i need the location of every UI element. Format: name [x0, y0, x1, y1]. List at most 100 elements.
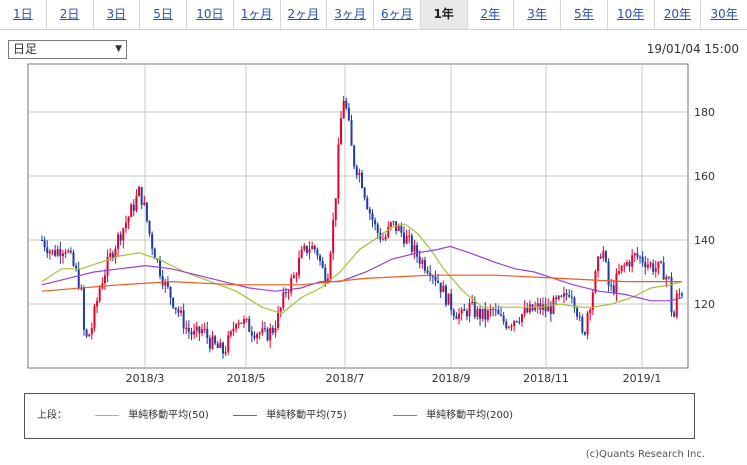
candle-body — [235, 324, 238, 329]
legend-swatch-ma50 — [95, 414, 119, 416]
candle-body — [201, 329, 203, 334]
candle-body — [284, 292, 287, 294]
legend-item-ma50: 単純移動平均(50) — [95, 406, 209, 421]
candle-body — [185, 327, 188, 329]
candle-body — [46, 247, 49, 254]
candle-body — [190, 331, 193, 335]
y-tick-label: 140 — [694, 234, 715, 247]
candle-body — [444, 285, 447, 305]
candle-body — [127, 216, 130, 223]
candle-body — [130, 204, 133, 217]
candle-body — [481, 308, 484, 319]
candle-body — [662, 262, 665, 280]
candle-body — [143, 202, 146, 205]
candle-body — [526, 307, 529, 313]
candle-body — [263, 328, 266, 330]
legend-swatch-ma75 — [233, 414, 257, 416]
candle-body — [667, 276, 670, 278]
candle-body — [329, 253, 332, 279]
candle-body — [549, 306, 552, 314]
candle-body — [56, 249, 59, 256]
candle-body — [583, 332, 586, 335]
candle-body — [636, 253, 639, 257]
candle-body — [342, 100, 345, 119]
candle-body — [43, 240, 46, 248]
candle-body — [135, 196, 138, 211]
copyright: (c)Quants Research Inc. — [585, 449, 705, 460]
candle-body — [625, 262, 628, 266]
x-tick-label: 2018/3 — [126, 372, 165, 385]
candle-body — [82, 288, 85, 330]
candle-body — [568, 295, 571, 297]
candle-body — [673, 312, 676, 317]
candle-body — [109, 253, 112, 257]
candle-body — [216, 343, 219, 348]
candle-body — [544, 304, 547, 312]
candle-body — [389, 222, 392, 227]
legend-text-ma200: 単純移動平均(200) — [426, 410, 514, 421]
candle-body — [633, 253, 636, 256]
candle-body — [350, 120, 353, 146]
candle-body — [586, 313, 589, 335]
candle-body — [607, 261, 610, 286]
candle-body — [232, 328, 235, 332]
candle-body — [654, 268, 657, 272]
candle-body — [340, 118, 343, 145]
candle-body — [258, 332, 261, 335]
legend-text-ma50: 単純移動平均(50) — [128, 410, 209, 421]
candle-body — [376, 224, 379, 233]
candle-body — [463, 309, 466, 312]
candle-body — [426, 270, 429, 273]
candle-body — [402, 232, 405, 244]
candle-body — [298, 257, 301, 276]
candle-body — [195, 326, 198, 331]
candle-body — [347, 107, 350, 121]
candle-body — [581, 317, 584, 333]
candle-body — [187, 327, 190, 332]
candle-body — [214, 336, 217, 344]
candle-body — [59, 249, 62, 257]
candle-body — [489, 309, 492, 311]
candle-body — [292, 275, 295, 279]
candle-body — [597, 256, 600, 272]
candle-body — [497, 310, 500, 315]
candle-body — [465, 311, 468, 317]
candle-body — [361, 172, 363, 188]
candle-body — [253, 335, 256, 339]
candle-body — [523, 307, 526, 315]
candle-body — [67, 250, 70, 253]
candle-body — [64, 252, 67, 254]
candle-body — [353, 145, 356, 167]
candle-body — [555, 297, 558, 299]
candle-body — [513, 321, 516, 326]
candle-body — [103, 275, 106, 284]
candle-body — [229, 331, 232, 336]
candle-body — [96, 300, 99, 307]
candle-body — [311, 245, 314, 250]
candle-body — [72, 252, 75, 266]
x-tick-label: 2018/11 — [523, 372, 569, 385]
candle-body — [578, 316, 581, 318]
candle-body — [358, 172, 361, 175]
candle-body — [494, 309, 497, 311]
candle-body — [644, 262, 647, 268]
candle-body — [274, 328, 277, 333]
candle-body — [337, 144, 340, 199]
candle-body — [560, 295, 563, 297]
candle-body — [256, 334, 259, 339]
candle-body — [431, 276, 434, 278]
candle-body — [245, 318, 248, 320]
candle-body — [279, 307, 282, 312]
candle-body — [88, 334, 91, 337]
candle-body — [576, 307, 579, 317]
candle-body — [397, 226, 400, 231]
y-tick-label: 120 — [694, 298, 715, 311]
candle-body — [221, 342, 224, 354]
candle-body — [387, 226, 390, 237]
candle-body — [363, 187, 366, 198]
candle-body — [334, 198, 337, 221]
x-tick-label: 2018/5 — [227, 372, 266, 385]
candle-body — [620, 265, 623, 272]
candle-body — [345, 100, 348, 108]
candle-body — [500, 314, 503, 316]
